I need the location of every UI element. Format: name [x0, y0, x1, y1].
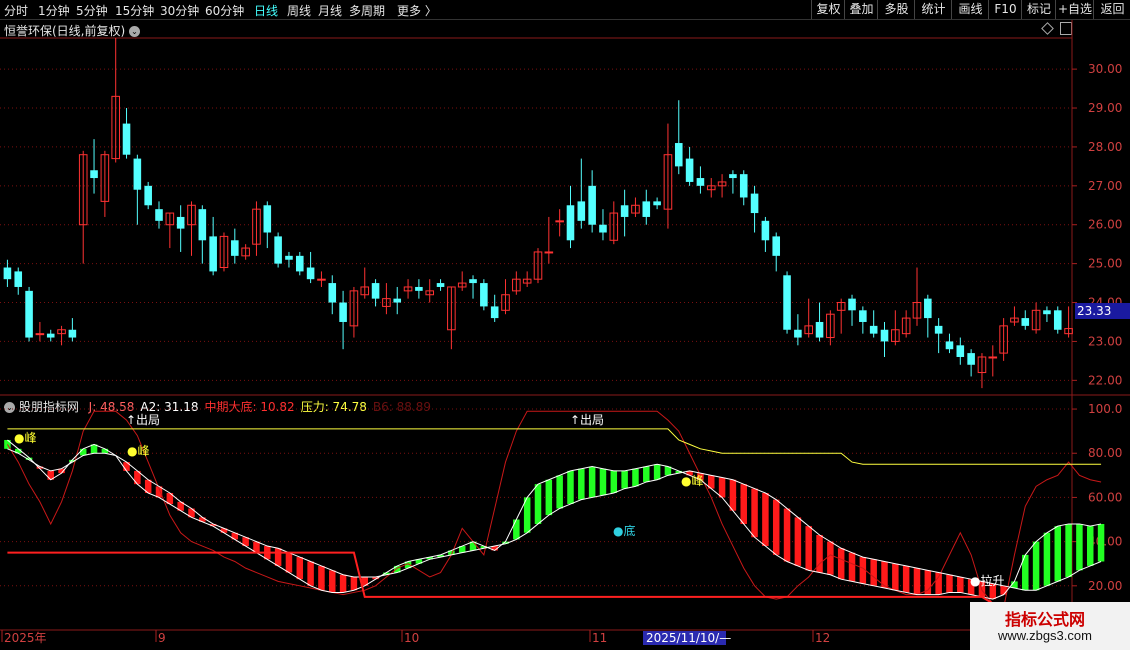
- indicator-annotation: ●拉升: [970, 573, 1004, 588]
- price-tick-label: 29.00: [1088, 101, 1122, 115]
- candle-body-down: [90, 170, 98, 179]
- indicator-tick-label: 100.0: [1088, 402, 1122, 416]
- candle-body-down: [393, 298, 402, 303]
- candle-body-down: [480, 283, 488, 307]
- candle-body-down: [869, 325, 878, 334]
- chart-canvas[interactable]: 30.0029.0028.0027.0026.0025.0024.0023.00…: [0, 0, 1130, 650]
- x-axis-label: 9: [158, 631, 166, 645]
- candle-body-down: [642, 201, 651, 217]
- candle-body-down: [122, 123, 131, 155]
- watermark: 指标公式网 www.zbgs3.com: [970, 602, 1130, 650]
- a2-line: [7, 448, 1102, 591]
- watermark-url: www.zbgs3.com: [998, 628, 1092, 643]
- candle-body-down: [924, 298, 932, 319]
- pressure-line: [7, 428, 1102, 465]
- candle-body-down: [620, 205, 629, 217]
- candle-body-down: [1053, 310, 1062, 330]
- candle-body-down: [469, 279, 477, 284]
- price-tick-label: 30.00: [1088, 62, 1122, 76]
- candle-body-down: [848, 298, 856, 311]
- candle-body-down: [934, 325, 943, 334]
- candle-body-down: [599, 224, 607, 233]
- candle-body-down: [490, 306, 499, 319]
- candle-body-down: [588, 185, 596, 225]
- candle-body-down: [859, 310, 867, 322]
- candle-body-down: [209, 236, 217, 272]
- candle-body-up: [35, 333, 45, 336]
- indicator-tick-label: 20.00: [1088, 579, 1122, 593]
- x-axis-label: 10: [404, 631, 419, 645]
- price-tick-label: 25.00: [1088, 257, 1122, 271]
- candle-body-down: [685, 158, 694, 182]
- candle-body-down: [198, 209, 207, 241]
- candle-body-down: [772, 236, 781, 256]
- candle-body-down: [1021, 318, 1030, 326]
- candle-body-down: [436, 283, 445, 287]
- candle-body-down: [176, 216, 185, 229]
- candle-body-down: [750, 193, 759, 214]
- candle-body-down: [231, 240, 239, 256]
- indicator-annotation: ↑出局: [570, 413, 604, 427]
- price-tick-label: 28.00: [1088, 140, 1122, 154]
- candle-body-down: [133, 158, 142, 190]
- indicator-annotation: ↑出局: [126, 413, 160, 427]
- candle-body-down: [295, 255, 304, 272]
- candle-body-down: [14, 271, 23, 287]
- candle-body-down: [783, 275, 791, 330]
- cursor-date-label: 2025/11/10/—: [646, 631, 731, 645]
- indicator-annotation: ●峰: [681, 474, 703, 488]
- candle-body-down: [3, 267, 12, 280]
- price-tick-label: 23.00: [1088, 334, 1122, 348]
- candle-body-down: [794, 329, 802, 338]
- candle-body-up: [988, 356, 998, 359]
- candle-body-down: [306, 267, 315, 280]
- candle-body-up: [317, 278, 326, 281]
- candle-body-down: [46, 333, 55, 338]
- x-axis-label: 2025年: [4, 631, 47, 645]
- candle-body-down: [328, 283, 337, 303]
- candle-body-down: [674, 143, 683, 167]
- watermark-title: 指标公式网: [1004, 610, 1085, 629]
- candle-body-down: [155, 209, 163, 221]
- j-line: [6, 410, 1102, 609]
- candle-body-down: [967, 353, 975, 365]
- price-tick-label: 26.00: [1088, 218, 1122, 232]
- candle-body-down: [285, 255, 293, 260]
- indicator-tick-label: 80.00: [1088, 446, 1122, 460]
- candle-body-down: [263, 205, 272, 233]
- candle-body-down: [653, 201, 661, 206]
- candle-body-down: [956, 345, 965, 357]
- price-tick-label: 27.00: [1088, 179, 1122, 193]
- price-tick-label: 22.00: [1088, 373, 1122, 387]
- x-axis-label: 11: [592, 631, 607, 645]
- candle-body-down: [415, 286, 423, 291]
- candle-body-down: [577, 201, 586, 221]
- indicator-annotation: ●峰: [14, 431, 36, 445]
- candle-body-down: [274, 236, 282, 264]
- candle-body-down: [729, 174, 737, 179]
- candle-body-down: [25, 290, 33, 338]
- candle-body-down: [68, 329, 77, 338]
- candle-body-down: [739, 174, 748, 198]
- indicator-tick-label: 60.00: [1088, 490, 1122, 504]
- candle-body-down: [696, 178, 705, 186]
- x-axis-label: 12: [815, 631, 830, 645]
- candle-body-down: [880, 329, 889, 342]
- candle-body-down: [815, 321, 824, 338]
- indicator-annotation: ●峰: [127, 444, 149, 458]
- candle-body-up: [544, 251, 554, 254]
- indicator-annotation: ●底: [613, 523, 635, 538]
- candle-body-down: [945, 341, 954, 350]
- candle-body-down: [339, 302, 347, 322]
- candle-body-down: [371, 283, 380, 299]
- candle-body-down: [1043, 310, 1051, 315]
- candle-body-down: [144, 185, 152, 206]
- candle-body-down: [566, 205, 575, 241]
- last-price-label: 23.33: [1075, 303, 1130, 319]
- candle-body-down: [761, 220, 770, 241]
- candle-body-up: [555, 220, 564, 223]
